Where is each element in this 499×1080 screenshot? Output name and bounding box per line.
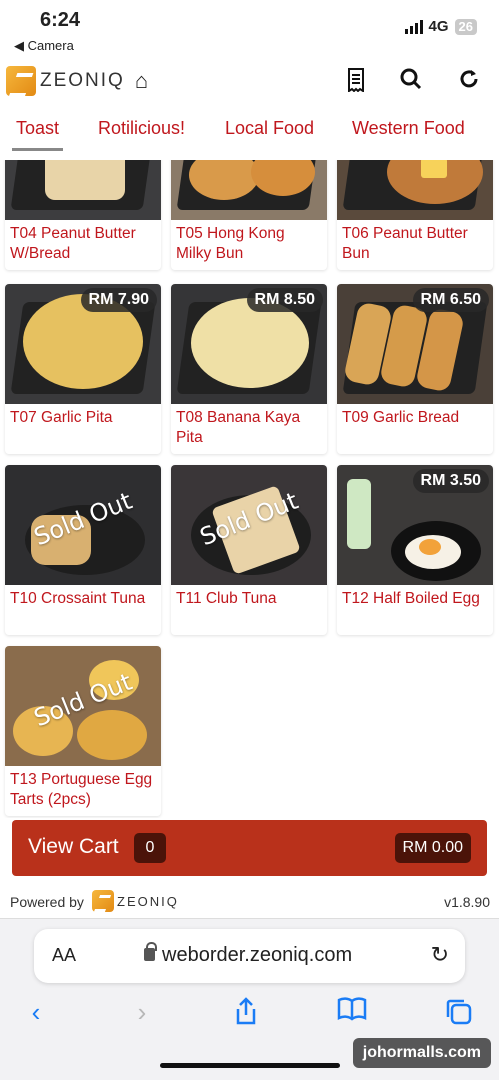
back-to-camera-link[interactable]: ◀ Camera: [14, 38, 74, 54]
butter-shape: [421, 160, 447, 178]
battery-icon: 26: [454, 18, 477, 35]
pepper-shaker: [347, 479, 371, 549]
tabs-icon[interactable]: [438, 997, 478, 1032]
footer-logo-text: ZEONIQ: [117, 893, 179, 909]
zeoniq-logo[interactable]: ZEONIQ ⌂: [6, 66, 148, 96]
product-photo: RM 6.50: [337, 284, 493, 404]
product-photo: [171, 160, 327, 220]
product-photo: Sold Out: [5, 646, 161, 766]
product-name: T12 Half Boiled Egg: [342, 590, 480, 607]
product-card[interactable]: RM 6.50 T09 Garlic Bread: [337, 284, 493, 454]
footer-logo: ZEONIQ: [92, 890, 179, 912]
status-time: 6:24: [40, 9, 81, 31]
product-card[interactable]: T05 Hong Kong Milky Bun: [171, 160, 327, 270]
tab-toast[interactable]: Toast: [11, 112, 64, 151]
price-badge: RM 3.50: [412, 469, 489, 493]
cart-count-badge: 0: [134, 833, 166, 863]
egg-yolk: [419, 539, 441, 555]
tab-local-food[interactable]: Local Food: [225, 112, 314, 145]
product-photo: [5, 160, 161, 220]
product-card[interactable]: RM 3.50 T12 Half Boiled Egg: [337, 465, 493, 635]
footer: Powered by ZEONIQ v1.8.90: [10, 888, 490, 914]
product-photo: RM 7.90: [5, 284, 161, 404]
home-icon[interactable]: ⌂: [135, 68, 148, 94]
product-card[interactable]: Sold Out T10 Crossaint Tuna: [5, 465, 161, 635]
network-label: 4G: [428, 18, 449, 35]
status-right: 4G 26: [404, 18, 477, 35]
price-badge: RM 7.90: [80, 288, 157, 312]
browser-nav: ‹ ›: [0, 997, 499, 1037]
tab-western-food[interactable]: Western Food: [352, 112, 465, 145]
back-icon[interactable]: ‹: [16, 997, 56, 1028]
version-text: v1.8.90: [444, 894, 490, 910]
view-cart-button[interactable]: View Cart 0 RM 0.00: [12, 820, 487, 876]
product-card[interactable]: T04 Peanut Butter W/Bread: [5, 160, 161, 270]
lock-icon: [144, 942, 157, 961]
text-size-button[interactable]: AA: [52, 945, 76, 966]
powered-by-text: Powered by: [10, 894, 84, 910]
product-photo: RM 8.50: [171, 284, 327, 404]
tab-rotilicious[interactable]: Rotilicious!: [98, 112, 185, 145]
reload-icon[interactable]: ↻: [431, 942, 449, 968]
url-text[interactable]: weborder.zeoniq.com: [162, 944, 352, 967]
address-bar[interactable]: AA weborder.zeoniq.com ↻: [34, 929, 465, 983]
product-photo: [337, 160, 493, 220]
home-indicator: [160, 1063, 340, 1068]
zeoniq-logo-icon: [6, 66, 36, 96]
product-photo: Sold Out: [171, 465, 327, 585]
product-name: T11 Club Tuna: [176, 590, 277, 607]
signal-icon: [404, 19, 423, 34]
share-icon[interactable]: [226, 997, 266, 1032]
product-name: T05 Hong Kong Milky Bun: [176, 225, 285, 262]
watermark: johormalls.com: [352, 1038, 491, 1068]
product-name: T04 Peanut Butter W/Bread: [10, 225, 136, 262]
product-card[interactable]: RM 8.50 T08 Banana Kaya Pita: [171, 284, 327, 454]
product-card[interactable]: T06 Peanut Butter Bun: [337, 160, 493, 270]
food-shape: [77, 710, 147, 760]
price-badge: RM 8.50: [246, 288, 323, 312]
logo-text: ZEONIQ: [40, 70, 125, 91]
price-badge: RM 6.50: [412, 288, 489, 312]
status-bar: 6:24 ◀ Camera 4G 26: [0, 0, 499, 58]
product-grid: T04 Peanut Butter W/Bread T05 Hong Kong …: [0, 160, 499, 818]
food-shape: [45, 160, 125, 200]
product-name: T09 Garlic Bread: [342, 409, 460, 426]
category-tabs: Toast Rotilicious! Local Food Western Fo…: [0, 112, 499, 158]
product-card[interactable]: Sold Out T13 Portuguese Egg Tarts (2pcs): [5, 646, 161, 816]
bookmarks-icon[interactable]: [332, 997, 372, 1028]
zeoniq-logo-icon: [92, 890, 114, 912]
product-card[interactable]: Sold Out T11 Club Tuna: [171, 465, 327, 635]
product-name: T13 Portuguese Egg Tarts (2pcs): [10, 771, 153, 808]
cart-total: RM 0.00: [394, 833, 471, 863]
receipt-icon[interactable]: [346, 68, 366, 98]
product-photo: RM 3.50: [337, 465, 493, 585]
product-name: T10 Crossaint Tuna: [10, 590, 146, 607]
refresh-icon[interactable]: [458, 68, 480, 96]
product-name: T08 Banana Kaya Pita: [176, 409, 301, 446]
view-cart-label: View Cart: [28, 835, 119, 858]
product-photo: Sold Out: [5, 465, 161, 585]
product-name: T06 Peanut Butter Bun: [342, 225, 468, 262]
product-card[interactable]: RM 7.90 T07 Garlic Pita: [5, 284, 161, 454]
app-header: ZEONIQ ⌂: [0, 58, 499, 106]
forward-icon[interactable]: ›: [122, 997, 162, 1028]
product-name: T07 Garlic Pita: [10, 409, 113, 426]
search-icon[interactable]: [400, 68, 422, 96]
